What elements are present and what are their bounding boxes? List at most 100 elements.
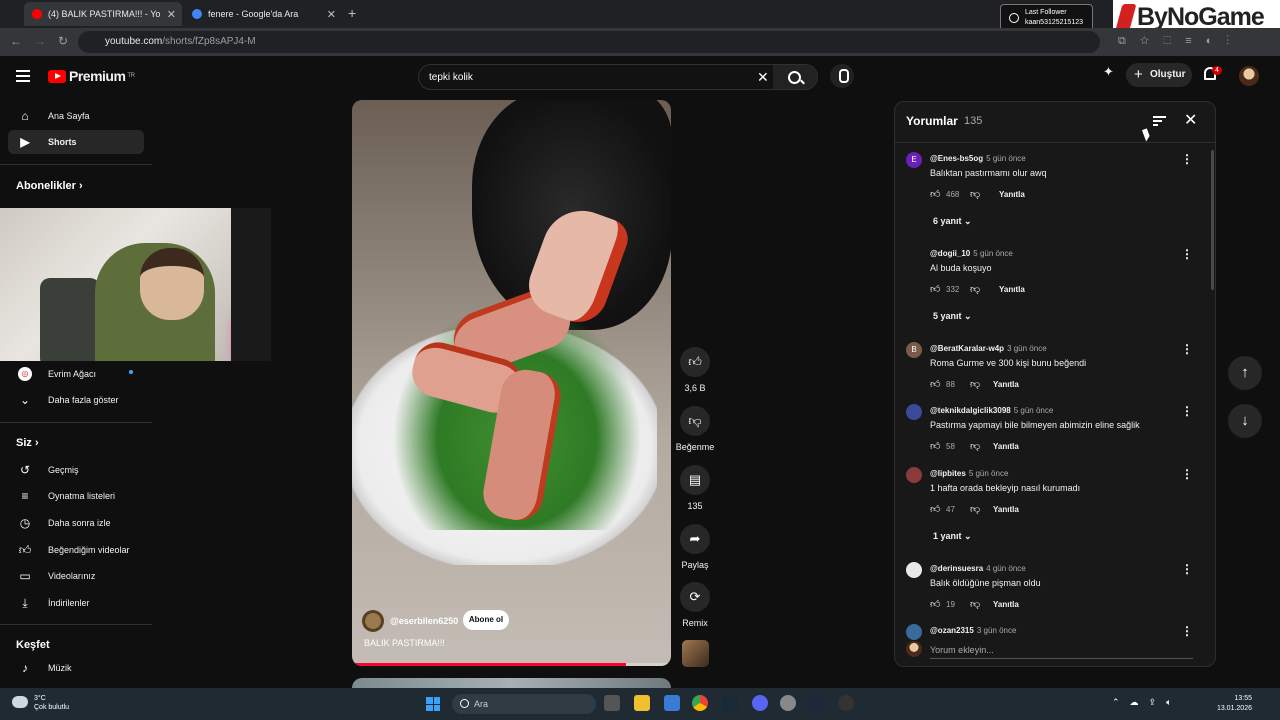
browser-toolbar-icons[interactable]: ⧉☆⬚≡◐⋮ [1118, 35, 1243, 48]
dislike-button[interactable]: 👎︎ Beğenme [672, 406, 718, 452]
obs-icon[interactable] [838, 695, 854, 711]
search-button[interactable] [773, 65, 817, 89]
reply-button[interactable]: Yanıtla [993, 600, 1019, 609]
sound-thumbnail[interactable] [682, 640, 709, 667]
cloud-icon[interactable] [12, 696, 28, 708]
weather-widget[interactable]: 3°C Çok bulutlu [34, 694, 69, 712]
forward-icon[interactable]: → [34, 34, 46, 48]
you-heading[interactable]: Siz › [16, 437, 39, 449]
settings-icon[interactable] [780, 695, 796, 711]
new-tab-button[interactable]: + [348, 5, 356, 21]
comment-author[interactable]: @ozan2315 3 gün önce [930, 626, 1016, 635]
comment-author[interactable]: @BeratKaralar-w4p 3 gün önce [930, 344, 1047, 353]
sidebar-item-watch-later[interactable]: ◷ Daha sonra izle [8, 511, 144, 535]
comment-dislike-icon[interactable]: 👎︎ [970, 283, 980, 295]
sparkle-icon[interactable]: ✦ [1103, 64, 1114, 80]
scrollbar[interactable] [1211, 150, 1214, 290]
sidebar-item-home[interactable]: ⌂ Ana Sayfa [8, 104, 144, 128]
comment-dislike-icon[interactable]: 👎︎ [970, 440, 980, 452]
sidebar-item-subscription[interactable]: ◎ Evrim Ağacı [8, 362, 144, 386]
view-replies-button[interactable]: 6 yanıt ⌄ [933, 216, 972, 227]
menu-icon[interactable] [16, 70, 30, 82]
comment-author[interactable]: @teknikdalgiclik3098 5 gün önce [930, 406, 1053, 415]
shorts-video-player[interactable]: @eserbilen6250 Abone ol BALIK PASTIRMA!!… [352, 100, 671, 666]
reply-button[interactable]: Yanıtla [993, 380, 1019, 389]
clear-search-icon[interactable]: ✕ [757, 69, 769, 86]
comment-input[interactable]: Yorum ekleyin... [930, 645, 994, 655]
system-tray-icons[interactable]: ⌃☁⇪🔈︎ [1112, 697, 1181, 708]
browser-tab-google[interactable]: fenere - Google'da Ara ✕ [184, 2, 342, 26]
browser-tab-youtube[interactable]: (4) BALIK PASTIRMA!!! - Yo ✕ [24, 2, 182, 26]
commenter-avatar[interactable] [906, 404, 922, 420]
sidebar-item-music[interactable]: ♪ Müzik [8, 656, 144, 680]
windows-start-icon[interactable] [426, 697, 440, 711]
comment-like-icon[interactable]: 👍︎ [930, 188, 940, 200]
comment-like-icon[interactable]: 👍︎ [930, 440, 940, 452]
sidebar-item-downloads[interactable]: ⤓ İndirilenler [8, 591, 144, 615]
taskbar-search[interactable]: Ara [452, 694, 596, 714]
view-replies-button[interactable]: 1 yanıt ⌄ [933, 531, 972, 542]
store-icon[interactable] [664, 695, 680, 711]
comment-author[interactable]: @lipbites 5 gün önce [930, 469, 1008, 478]
channel-name[interactable]: @eserbilen6250 [390, 616, 458, 626]
sidebar-item-liked-videos[interactable]: 👍︎ Beğendiğim videolar [8, 538, 144, 562]
reply-button[interactable]: Yanıtla [993, 505, 1019, 514]
comment-like-icon[interactable]: 👍︎ [930, 283, 940, 295]
more-options-icon[interactable]: ⋮ [1181, 404, 1193, 418]
reply-button[interactable]: Yanıtla [993, 442, 1019, 451]
sidebar-item-shorts[interactable]: ▶ Shorts [8, 130, 144, 154]
reply-button[interactable]: Yanıtla [999, 285, 1025, 294]
next-short-button[interactable]: ↓ [1228, 404, 1262, 438]
channel-avatar[interactable] [362, 610, 384, 632]
commenter-avatar[interactable]: E [906, 152, 922, 168]
more-options-icon[interactable]: ⋮ [1181, 467, 1193, 481]
sidebar-item-history[interactable]: ↺ Geçmiş [8, 458, 144, 482]
account-avatar[interactable] [1239, 66, 1259, 86]
comment-like-icon[interactable]: 👍︎ [930, 503, 940, 515]
more-options-icon[interactable]: ⋮ [1181, 562, 1193, 576]
youtube-logo[interactable]: Premium TR [48, 68, 135, 84]
search-input[interactable]: tepki kolik [429, 72, 473, 83]
comment-dislike-icon[interactable]: 👎︎ [970, 378, 980, 390]
more-options-icon[interactable]: ⋮ [1181, 624, 1193, 638]
more-options-icon[interactable]: ⋮ [1181, 152, 1193, 166]
discord-icon[interactable] [752, 695, 768, 711]
like-button[interactable]: 👍︎ 3,6 B [672, 347, 718, 393]
commenter-avatar[interactable] [906, 247, 922, 263]
comment-author[interactable]: @Enes-bs5og 5 gün önce [930, 154, 1026, 163]
close-tab-icon[interactable]: ✕ [327, 8, 336, 21]
commenter-avatar[interactable]: B [906, 342, 922, 358]
subscribe-button[interactable]: Abone ol [463, 610, 509, 630]
comment-author[interactable]: @dogii_10 5 gün önce [930, 249, 1013, 258]
close-tab-icon[interactable]: ✕ [167, 8, 176, 21]
reload-icon[interactable]: ↻ [58, 34, 68, 48]
share-button[interactable]: ➦ Paylaş [672, 524, 718, 570]
task-view-icon[interactable] [604, 695, 620, 711]
commenter-avatar[interactable] [906, 562, 922, 578]
url-input[interactable]: youtube.com/shorts/fZp8sAPJ4-M [78, 31, 1100, 53]
remix-button[interactable]: ⟳ Remix [672, 582, 718, 628]
sidebar-item-playlists[interactable]: ≡ Oynatma listeleri [8, 484, 144, 508]
commenter-avatar[interactable] [906, 624, 922, 640]
steam-icon[interactable] [808, 695, 824, 711]
file-explorer-icon[interactable] [634, 695, 650, 711]
more-options-icon[interactable]: ⋮ [1181, 247, 1193, 261]
subscriptions-heading[interactable]: Abonelikler › [16, 180, 83, 192]
more-options-icon[interactable]: ⋮ [1181, 342, 1193, 356]
close-icon[interactable]: ✕ [1184, 110, 1197, 130]
comment-dislike-icon[interactable]: 👎︎ [970, 188, 980, 200]
comments-button[interactable]: ▤ 135 [672, 465, 718, 511]
view-replies-button[interactable]: 5 yanıt ⌄ [933, 311, 972, 322]
comment-author[interactable]: @derinsuesra 4 gün önce [930, 564, 1026, 573]
show-more-button[interactable]: ⌄ Daha fazla göster [8, 388, 144, 412]
sidebar-item-your-videos[interactable]: ▭ Videolarınız [8, 564, 144, 588]
chrome-icon[interactable] [692, 695, 708, 711]
create-button[interactable]: + Oluştur [1126, 63, 1192, 87]
comment-like-icon[interactable]: 👍︎ [930, 598, 940, 610]
back-icon[interactable]: ← [10, 34, 22, 48]
sort-icon[interactable] [1153, 116, 1166, 126]
voice-search-icon[interactable] [830, 64, 854, 88]
clock[interactable]: 13:55 13.01.2026 [1212, 694, 1252, 714]
reply-button[interactable]: Yanıtla [999, 190, 1025, 199]
commenter-avatar[interactable] [906, 467, 922, 483]
